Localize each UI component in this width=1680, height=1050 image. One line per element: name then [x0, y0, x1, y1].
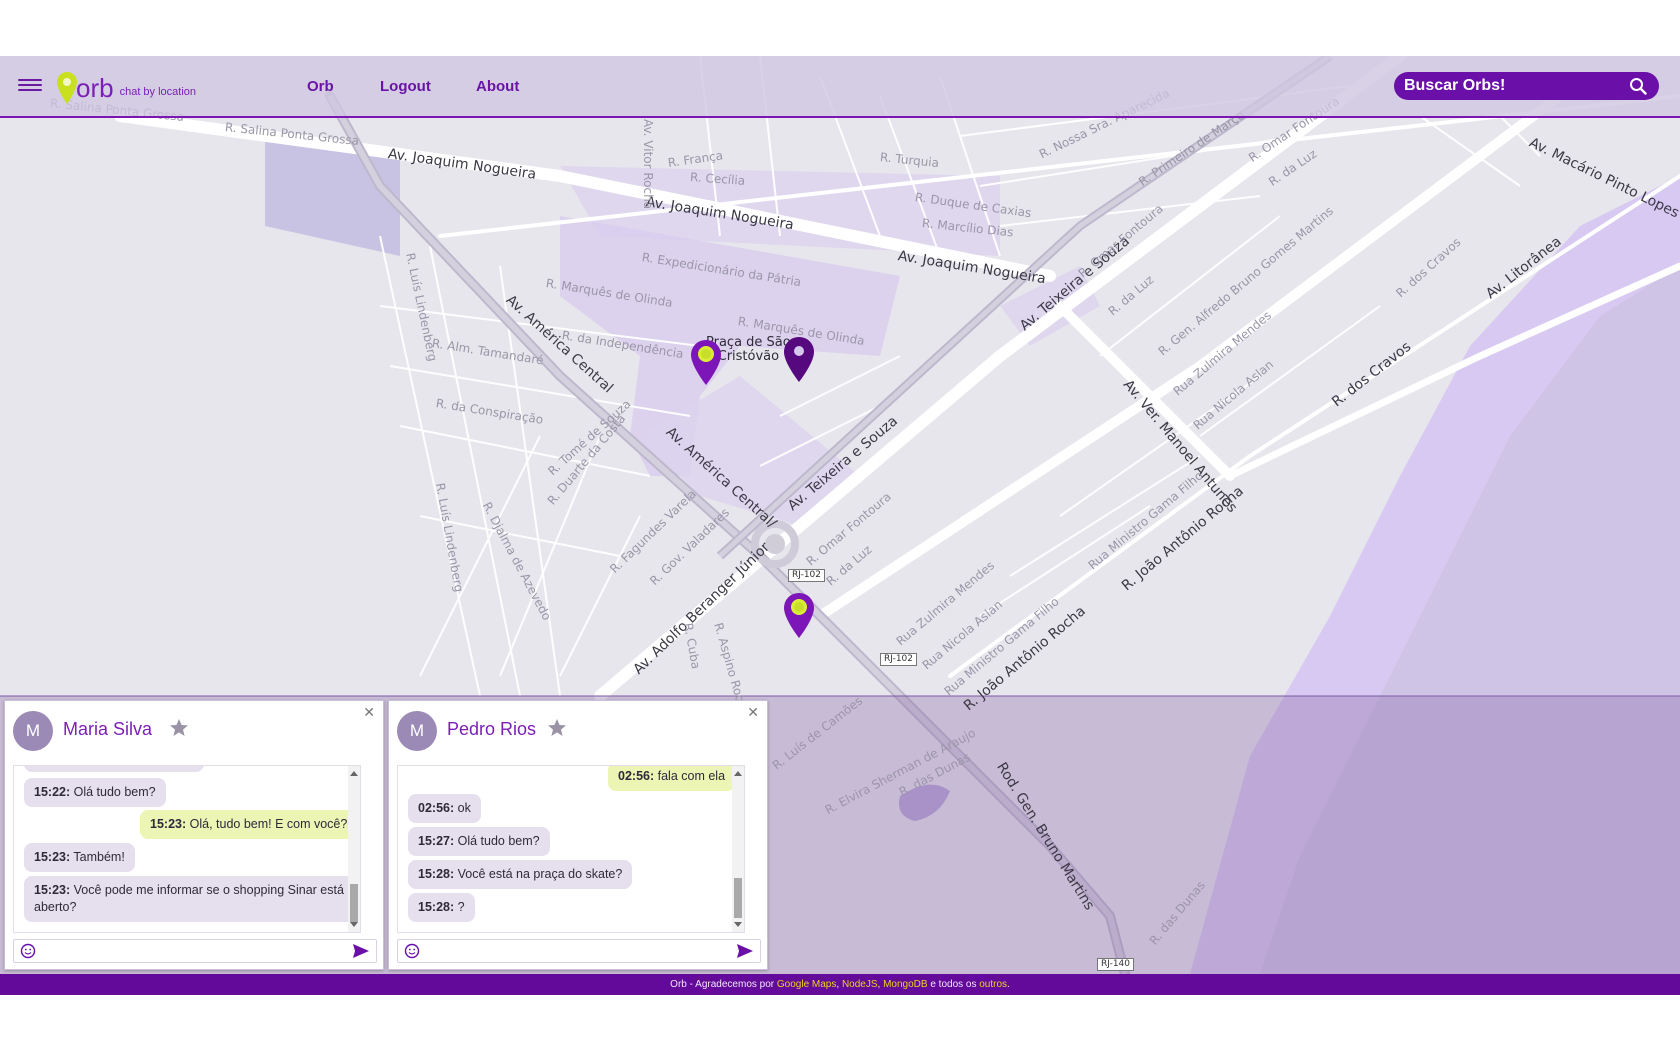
scrollbar-thumb[interactable] [734, 878, 742, 918]
message-bubble: 15:27: Olá tudo bem? [408, 827, 550, 856]
message-text: Olá tudo bem? [73, 785, 156, 799]
brand-name: orb [76, 72, 114, 103]
footer-text: e todos os [927, 979, 980, 990]
footer: Orb - Agradecemos por Google Maps, NodeJ… [0, 974, 1680, 995]
road-badge: RJ-102 [788, 569, 826, 582]
map-pin-user[interactable] [782, 592, 816, 640]
message-time: 15:23: [34, 883, 71, 897]
message-text: Também! [73, 850, 125, 864]
message-time: 15:27: [418, 834, 455, 848]
message-bubble: 15:23: Olá, tudo bem! E com você? [140, 810, 358, 839]
nav-about[interactable]: About [476, 78, 519, 95]
header-bar: orb chat by location Orb Logout About [0, 56, 1680, 118]
message-bubble: 02:56: ok [408, 794, 481, 823]
map-pin-user[interactable] [689, 339, 723, 387]
message-text: Olá tudo bem? [457, 834, 540, 848]
send-icon[interactable] [736, 943, 754, 959]
message-time: 15:22: [34, 785, 71, 799]
emoji-icon[interactable] [20, 943, 36, 959]
message-list[interactable]: 15:22: Olá tudo bem? 15:23: Olá, tudo be… [13, 765, 361, 933]
message-bubble: 15:28: Você está na praça do skate? [408, 860, 633, 889]
nav-logout[interactable]: Logout [380, 78, 431, 95]
footer-link-others[interactable]: outros [979, 979, 1007, 990]
brand-tagline: chat by location [119, 86, 197, 98]
message-text: ok [457, 801, 471, 815]
footer-link-google-maps[interactable]: Google Maps [777, 979, 836, 990]
message-composer [13, 939, 377, 963]
emoji-icon[interactable] [404, 943, 420, 959]
message-text-continued: aberto? [34, 900, 77, 914]
app-root: R. Salina Ponta Grossa R. Salina Ponta G… [0, 0, 1680, 1050]
footer-text: Orb - Agradecemos por [670, 979, 777, 990]
scrollbar[interactable] [348, 766, 360, 932]
close-icon[interactable]: ✕ [363, 705, 375, 721]
message-text: ? [457, 900, 465, 914]
message-text: fala com ela [657, 769, 726, 783]
map-pin-orb[interactable] [782, 336, 816, 384]
message-time: 02:56: [418, 801, 455, 815]
scrollbar[interactable] [732, 766, 744, 932]
scroll-down-arrow-icon[interactable] [350, 922, 358, 927]
road-badge: RJ-140 [1097, 958, 1135, 971]
road-badge: RJ-102 [880, 653, 918, 666]
message-input[interactable] [426, 942, 726, 960]
message-bubble: 15:23: Você pode me informar se o shoppi… [24, 876, 354, 922]
message-time: 02:56: [618, 769, 655, 783]
message-composer [397, 939, 761, 963]
message-input[interactable] [42, 942, 342, 960]
search-bar [1394, 72, 1659, 100]
message-text: Olá, tudo bem! E com você? [189, 817, 348, 831]
message-time: 15:23: [150, 817, 187, 831]
message-bubble: 02:56: fala com ela [608, 766, 736, 791]
scroll-down-arrow-icon[interactable] [734, 922, 742, 927]
message-text: Você pode me informar se o shopping Sina… [73, 883, 344, 897]
message-bubble-partial [24, 766, 204, 772]
message-list[interactable]: 02:56: fala com ela 02:56: ok 15:27: Olá… [397, 765, 745, 933]
chat-contact-name[interactable]: Maria Silva [63, 719, 152, 740]
chat-panel: ✕ M Pedro Rios 02:56: fala com ela 02:56… [388, 700, 768, 970]
message-time: 15:28: [418, 867, 455, 881]
street-label: Av. Vitor Rocha [641, 119, 655, 210]
favorite-star-icon[interactable] [169, 718, 189, 738]
message-bubble: 15:28: ? [408, 893, 475, 922]
favorite-star-icon[interactable] [547, 718, 567, 738]
footer-link-nodejs[interactable]: NodeJS [842, 979, 878, 990]
search-icon[interactable] [1629, 77, 1647, 95]
scroll-up-arrow-icon[interactable] [734, 771, 742, 776]
close-icon[interactable]: ✕ [747, 705, 759, 721]
message-bubble: 15:22: Olá tudo bem? [24, 778, 166, 807]
footer-text: . [1007, 979, 1010, 990]
scrollbar-thumb[interactable] [350, 884, 358, 922]
send-icon[interactable] [352, 943, 370, 959]
search-input[interactable] [1404, 75, 1619, 97]
chat-contact-name[interactable]: Pedro Rios [447, 719, 536, 740]
hamburger-menu-icon[interactable] [18, 76, 42, 96]
scroll-up-arrow-icon[interactable] [350, 771, 358, 776]
message-bubble: 15:23: Também! [24, 843, 135, 872]
nav-orb[interactable]: Orb [307, 78, 334, 95]
location-pin-icon [57, 72, 77, 104]
chat-panel: ✕ M Maria Silva 15:22: Olá tudo bem? 15:… [4, 700, 384, 970]
logo[interactable]: orb chat by location [56, 68, 196, 108]
avatar: M [397, 711, 437, 751]
avatar: M [13, 711, 53, 751]
message-text: Você está na praça do skate? [457, 867, 623, 881]
footer-link-mongodb[interactable]: MongoDB [883, 979, 927, 990]
message-time: 15:28: [418, 900, 455, 914]
message-time: 15:23: [34, 850, 71, 864]
